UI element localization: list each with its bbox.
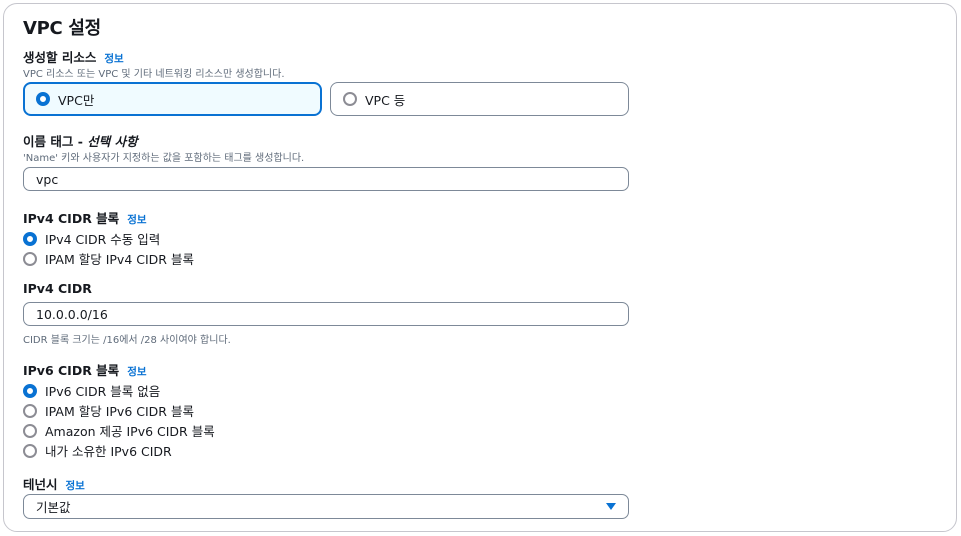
resources-description: VPC 리소스 또는 VPC 및 기타 네트워킹 리소스만 생성합니다. bbox=[23, 69, 285, 80]
tenancy-label-text: 테넌시 bbox=[23, 477, 58, 492]
name-tag-label: 이름 태그 - 선택 사항 bbox=[23, 131, 138, 150]
radio-ipv4-ipam[interactable] bbox=[23, 251, 37, 266]
name-tag-input[interactable]: vpc bbox=[23, 167, 629, 191]
vpc-settings-panel: VPC 설정 생성할 리소스 정보 VPC 리소스 또는 VPC 및 기타 네트워… bbox=[3, 3, 957, 532]
option-ipv6-ipam-label: IPAM 할당 IPv6 CIDR 블록 bbox=[45, 404, 194, 419]
resources-label-text: 생성할 리소스 bbox=[23, 50, 97, 65]
tile-vpc-and-more-label: VPC 등 bbox=[365, 92, 406, 108]
radio-ipv6-none[interactable] bbox=[23, 383, 37, 398]
ipv4-cidr-input[interactable]: 10.0.0.0/16 bbox=[23, 302, 629, 326]
tile-vpc-only-label: VPC만 bbox=[58, 92, 95, 108]
tile-vpc-only[interactable]: VPC만 bbox=[23, 82, 322, 116]
option-ipv6-ipam[interactable]: IPAM 할당 IPv6 CIDR 블록 bbox=[23, 401, 194, 420]
name-tag-description: 'Name' 키와 사용자가 지정하는 값을 포함하는 태그를 생성합니다. bbox=[23, 153, 305, 164]
radio-ipv6-amazon[interactable] bbox=[23, 423, 37, 438]
option-ipv6-none-label: IPv6 CIDR 블록 없음 bbox=[45, 384, 161, 399]
ipv4-cidr-hint: CIDR 블록 크기는 /16에서 /28 사이여야 합니다. bbox=[23, 335, 231, 346]
radio-ipv6-ipam[interactable] bbox=[23, 403, 37, 418]
caret-down-icon bbox=[606, 503, 616, 510]
name-tag-optional: 선택 사항 bbox=[87, 134, 138, 149]
ipv4-cidr-label: IPv4 CIDR bbox=[23, 281, 92, 296]
radio-vpc-and-more[interactable] bbox=[343, 92, 357, 106]
radio-ipv4-manual[interactable] bbox=[23, 231, 37, 246]
tenancy-value: 기본값 bbox=[36, 500, 71, 515]
option-ipv6-byoip-label: 내가 소유한 IPv6 CIDR bbox=[45, 444, 172, 459]
option-ipv6-none[interactable]: IPv6 CIDR 블록 없음 bbox=[23, 381, 160, 400]
ipv4-block-info-link[interactable]: 정보 bbox=[127, 214, 146, 226]
ipv4-block-label: IPv4 CIDR 블록 정보 bbox=[23, 208, 147, 227]
panel-title: VPC 설정 bbox=[23, 18, 101, 39]
option-ipv6-byoip[interactable]: 내가 소유한 IPv6 CIDR bbox=[23, 441, 172, 460]
ipv6-block-label: IPv6 CIDR 블록 정보 bbox=[23, 360, 147, 379]
tenancy-select[interactable]: 기본값 bbox=[23, 494, 629, 519]
resources-info-link[interactable]: 정보 bbox=[104, 53, 123, 65]
option-ipv4-ipam-label: IPAM 할당 IPv4 CIDR 블록 bbox=[45, 252, 194, 267]
radio-ipv6-byoip[interactable] bbox=[23, 443, 37, 458]
option-ipv6-amazon-label: Amazon 제공 IPv6 CIDR 블록 bbox=[45, 424, 215, 439]
radio-vpc-only[interactable] bbox=[36, 92, 50, 106]
ipv6-block-label-text: IPv6 CIDR 블록 bbox=[23, 363, 120, 378]
option-ipv4-manual[interactable]: IPv4 CIDR 수동 입력 bbox=[23, 229, 160, 248]
resources-label: 생성할 리소스 정보 bbox=[23, 47, 124, 66]
option-ipv6-amazon[interactable]: Amazon 제공 IPv6 CIDR 블록 bbox=[23, 421, 215, 440]
option-ipv4-ipam[interactable]: IPAM 할당 IPv4 CIDR 블록 bbox=[23, 249, 194, 268]
ipv6-block-info-link[interactable]: 정보 bbox=[127, 366, 146, 378]
ipv4-cidr-value: 10.0.0.0/16 bbox=[36, 306, 108, 322]
name-tag-value: vpc bbox=[36, 171, 59, 187]
ipv4-block-label-text: IPv4 CIDR 블록 bbox=[23, 211, 120, 226]
name-tag-label-text: 이름 태그 - bbox=[23, 134, 88, 149]
option-ipv4-manual-label: IPv4 CIDR 수동 입력 bbox=[45, 232, 161, 247]
tenancy-info-link[interactable]: 정보 bbox=[66, 480, 85, 492]
tenancy-label: 테넌시 정보 bbox=[23, 474, 85, 493]
tile-vpc-and-more[interactable]: VPC 등 bbox=[330, 82, 629, 116]
